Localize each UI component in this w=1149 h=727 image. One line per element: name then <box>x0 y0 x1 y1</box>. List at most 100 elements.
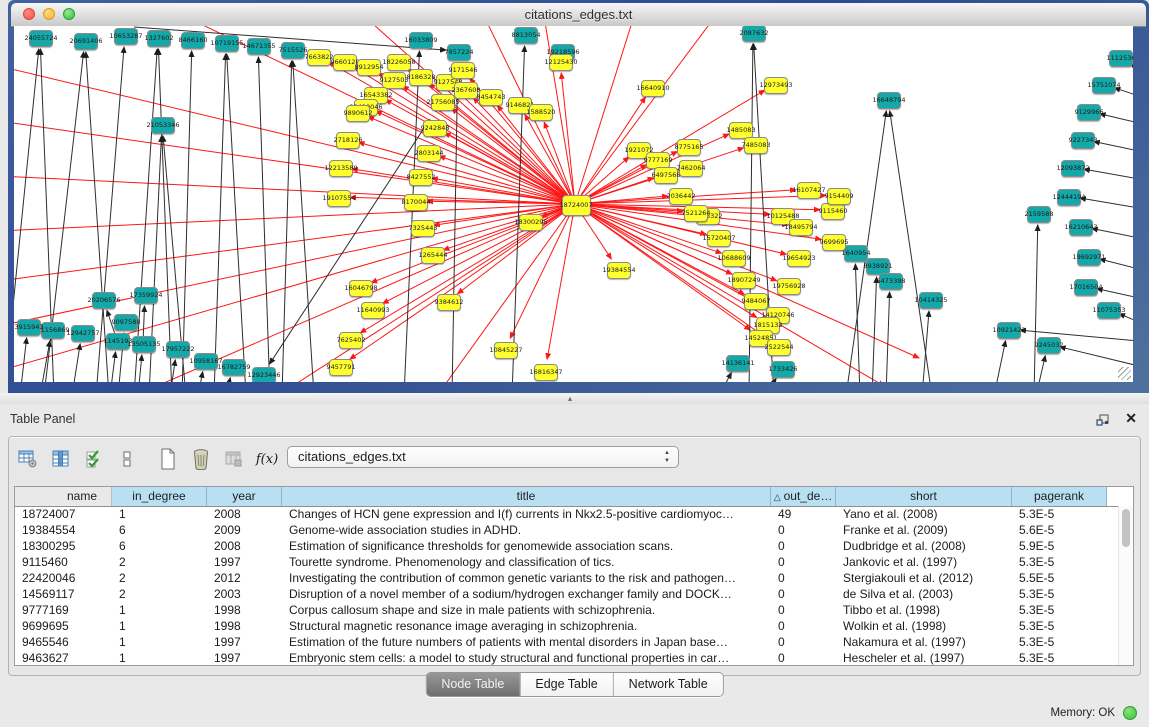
column-header-out_degree[interactable]: △out_de… <box>771 487 836 506</box>
network-node[interactable]: 14671355 <box>247 38 271 55</box>
network-node[interactable]: 16640910 <box>641 80 665 97</box>
network-node[interactable]: 2803144 <box>417 145 441 162</box>
function-fx-icon[interactable]: f(x) <box>256 448 278 470</box>
network-node[interactable]: 6473398 <box>879 273 903 290</box>
network-node[interactable]: 15751074 <box>1092 77 1116 94</box>
network-edge[interactable] <box>226 378 230 382</box>
network-node[interactable]: 8912954 <box>357 59 381 76</box>
network-node[interactable]: 8813054 <box>514 27 538 44</box>
tab-node-table[interactable]: Node Table <box>426 673 519 696</box>
network-edge[interactable] <box>1119 314 1133 322</box>
network-node[interactable]: 9171546 <box>451 62 475 79</box>
network-node[interactable]: 9242848 <box>423 120 447 137</box>
network-node[interactable]: 9097588 <box>114 314 138 331</box>
table-row[interactable]: 969969511998Structural magnetic resonanc… <box>15 618 1119 634</box>
network-edge[interactable] <box>20 338 27 382</box>
network-node[interactable]: 6497568 <box>654 167 678 184</box>
network-edge[interactable] <box>890 111 932 382</box>
resize-grip-icon[interactable] <box>1118 367 1131 380</box>
table-column-icon[interactable] <box>50 448 72 470</box>
network-edge[interactable] <box>1100 114 1133 123</box>
network-node[interactable]: 10845227 <box>494 342 518 359</box>
network-node[interactable]: 10688609 <box>722 250 746 267</box>
network-edge[interactable] <box>1060 347 1133 366</box>
tab-network-table[interactable]: Network Table <box>613 673 723 696</box>
network-node[interactable]: 8454743 <box>479 89 503 106</box>
network-edge[interactable] <box>1094 141 1133 151</box>
network-node[interactable]: 12125430 <box>549 54 573 71</box>
scrollbar-thumb[interactable] <box>1122 509 1130 547</box>
table-row[interactable]: 2242004622012Investigating the contribut… <box>15 570 1119 586</box>
network-node[interactable]: 9227343 <box>1071 132 1095 149</box>
network-node[interactable]: 17957222 <box>166 341 190 358</box>
network-node[interactable]: 7625402 <box>339 332 363 349</box>
network-edge[interactable] <box>575 26 714 204</box>
panel-splitter[interactable]: ▴ <box>0 393 1149 404</box>
network-edge[interactable] <box>547 204 575 359</box>
network-node[interactable]: 2087632 <box>742 26 766 42</box>
network-node[interactable]: 17016504 <box>1074 279 1098 296</box>
network-node[interactable]: 9384612 <box>437 294 461 311</box>
network-edge[interactable] <box>14 204 575 281</box>
column-header-title[interactable]: title <box>282 487 771 506</box>
network-edge[interactable] <box>1114 88 1133 96</box>
network-node[interactable]: 19654923 <box>787 250 811 267</box>
network-edge[interactable] <box>14 121 575 204</box>
network-node[interactable]: 7325443 <box>411 220 435 237</box>
table-row[interactable]: 1456911722003Disruption of a novel membe… <box>15 586 1119 602</box>
network-node[interactable]: 2036442 <box>669 188 693 205</box>
network-edge[interactable] <box>994 341 1006 382</box>
network-edge[interactable] <box>1097 289 1133 298</box>
network-node[interactable]: 2522544 <box>767 339 791 356</box>
network-edge[interactable] <box>872 277 877 382</box>
network-node[interactable]: 17359924 <box>134 287 158 304</box>
network-node[interactable]: 11640993 <box>361 302 385 319</box>
network-node[interactable]: 1327602 <box>147 30 171 47</box>
delete-trash-icon[interactable] <box>190 448 212 470</box>
rows-icon[interactable] <box>116 448 138 470</box>
network-edge[interactable] <box>214 54 226 382</box>
vertical-scrollbar[interactable] <box>1118 506 1133 665</box>
network-node[interactable]: 9890612 <box>346 105 370 122</box>
network-node[interactable]: 9129966 <box>1077 104 1101 121</box>
network-node[interactable]: 7515526 <box>281 42 305 59</box>
column-header-in_degree[interactable]: in_degree <box>112 487 207 506</box>
network-edge[interactable] <box>575 204 777 281</box>
network-edge[interactable] <box>293 61 314 382</box>
table-settings-icon[interactable] <box>17 448 39 470</box>
network-node[interactable]: 19107554 <box>327 190 351 207</box>
network-edge[interactable] <box>575 195 826 204</box>
network-edge[interactable] <box>1034 225 1038 382</box>
network-node[interactable]: 18226058 <box>387 54 411 71</box>
network-edge[interactable] <box>719 373 731 382</box>
table-source-select[interactable]: citations_edges.txt ▲▼ <box>287 446 679 468</box>
network-node[interactable]: 16107427 <box>797 182 821 199</box>
network-node[interactable]: 12923446 <box>252 367 276 383</box>
column-header-year[interactable]: year <box>207 487 282 506</box>
select-checks-icon[interactable] <box>83 448 105 470</box>
network-node[interactable]: 24055724 <box>29 30 53 47</box>
network-canvas[interactable]: 1872400724055724206914061065328713276028… <box>14 26 1133 382</box>
network-edge[interactable] <box>182 51 192 382</box>
table-row[interactable]: 1872400712008Changes of HCN gene express… <box>15 506 1119 522</box>
network-node[interactable]: 2159588 <box>1027 206 1051 223</box>
network-node[interactable]: 9484067 <box>744 293 768 310</box>
network-node[interactable]: 7462064 <box>679 160 703 177</box>
close-panel-icon[interactable]: ✕ <box>1125 410 1137 427</box>
column-header-short[interactable]: short <box>836 487 1012 506</box>
network-node[interactable]: 9245032 <box>1037 337 1061 354</box>
network-node[interactable]: 11156869 <box>41 322 65 339</box>
network-edge[interactable] <box>96 47 124 382</box>
network-edge[interactable] <box>198 372 203 382</box>
network-node[interactable]: 19384554 <box>607 262 631 279</box>
network-node[interactable]: 10414325 <box>919 292 943 309</box>
network-node[interactable]: 7485083 <box>744 137 768 154</box>
network-edge[interactable] <box>1100 259 1133 269</box>
network-node[interactable]: 9127503 <box>382 72 406 89</box>
network-node[interactable]: 3915943 <box>17 319 41 336</box>
network-node[interactable]: 16046798 <box>349 280 373 297</box>
network-node[interactable]: 8170044 <box>404 194 428 211</box>
network-node[interactable]: 16033809 <box>409 32 433 49</box>
table-row[interactable]: 911546021997Tourette syndrome. Phenomeno… <box>15 554 1119 570</box>
network-edge[interactable] <box>1084 169 1133 179</box>
